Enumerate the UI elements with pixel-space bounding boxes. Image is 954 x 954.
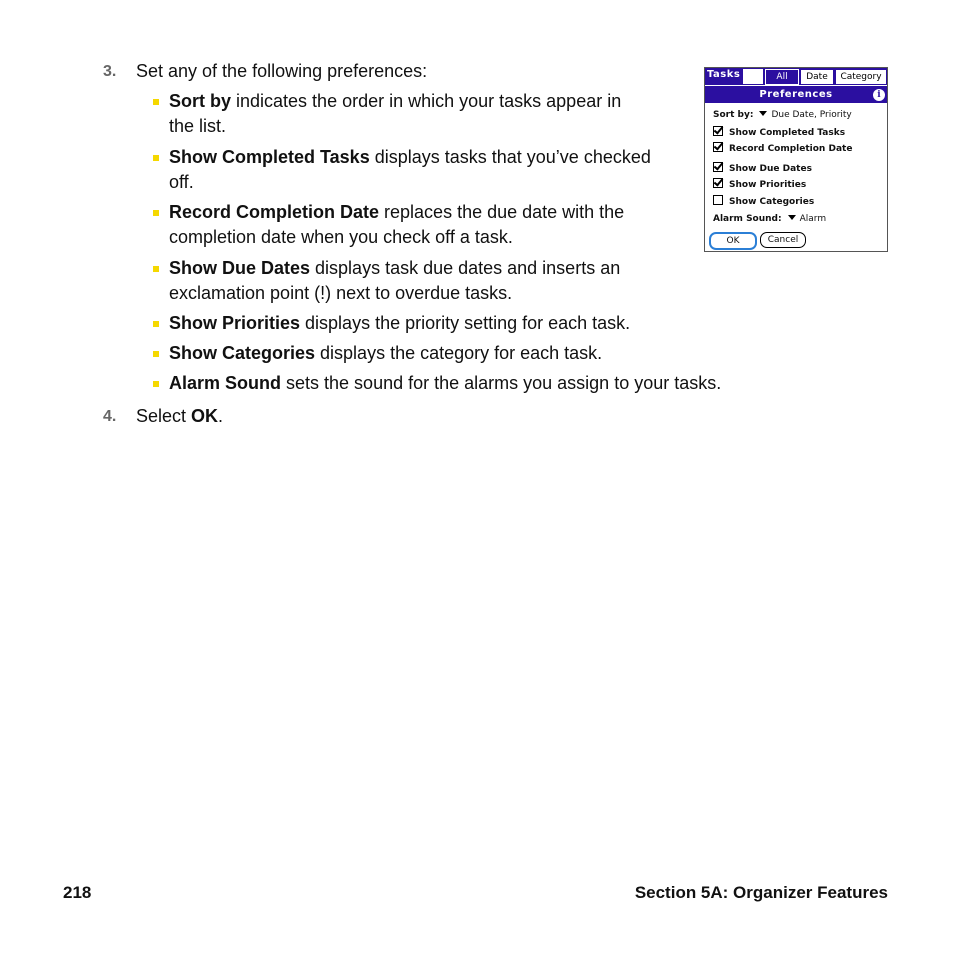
- title-blank: [743, 69, 763, 84]
- app-title: Tasks: [707, 69, 741, 80]
- checkbox-row[interactable]: Show Priorities: [713, 178, 806, 191]
- bullet-marker: [153, 321, 159, 327]
- step-text: Set any of the following preferences:: [136, 61, 428, 81]
- bullet-marker: [153, 99, 159, 105]
- page-number: 218: [63, 883, 92, 902]
- bullet-term: Alarm Sound: [169, 373, 282, 393]
- tab-all[interactable]: All: [765, 69, 799, 85]
- bullet-term: Show Priorities: [169, 313, 301, 333]
- tasks-preferences-screenshot: Tasks All Date Category Preferences i So…: [704, 67, 888, 252]
- dialog-title: Preferences: [705, 86, 887, 103]
- section-title: Section 5A: Organizer Features: [634, 883, 888, 902]
- cancel-button[interactable]: Cancel: [760, 232, 806, 248]
- sort-by-row: Sort by: Due Date, Priority: [713, 109, 852, 121]
- bullet-marker: [153, 210, 159, 216]
- sort-by-select[interactable]: Due Date, Priority: [771, 110, 851, 120]
- step-number: 3.: [103, 63, 117, 80]
- checkbox-checked[interactable]: [713, 142, 723, 152]
- ok-button[interactable]: OK: [709, 232, 757, 250]
- checkbox-row[interactable]: Show Due Dates: [713, 162, 812, 175]
- bullet-marker: [153, 351, 159, 357]
- step-number: 4.: [103, 408, 117, 425]
- tab-category[interactable]: Category: [835, 69, 887, 85]
- alarm-sound-select[interactable]: Alarm: [800, 214, 826, 224]
- bullet-marker: [153, 381, 159, 387]
- checkbox-row[interactable]: Show Categories: [713, 195, 814, 208]
- checkbox-checked[interactable]: [713, 126, 723, 136]
- checkbox-checked[interactable]: [713, 178, 723, 188]
- dropdown-arrow-icon[interactable]: [759, 111, 768, 116]
- bullet-term: Show Categories: [169, 343, 316, 363]
- step-text: Select OK.: [136, 406, 224, 426]
- dropdown-arrow-icon[interactable]: [787, 215, 796, 220]
- bullet-marker: [153, 266, 159, 272]
- checkbox-row[interactable]: Show Completed Tasks: [713, 126, 845, 139]
- bullet-marker: [153, 155, 159, 161]
- checkbox-row[interactable]: Record Completion Date: [713, 142, 852, 155]
- alarm-sound-label: Alarm Sound:: [713, 214, 782, 224]
- checkbox-unchecked[interactable]: [713, 195, 723, 205]
- bullet-term: Show Completed Tasks: [169, 147, 370, 167]
- info-icon[interactable]: i: [873, 89, 885, 101]
- bullet-term: Sort by: [169, 91, 232, 111]
- sort-by-label: Sort by:: [713, 110, 754, 120]
- tab-date[interactable]: Date: [800, 69, 834, 85]
- bullet-term: Record Completion Date: [169, 202, 380, 222]
- title-bar: Tasks All Date Category: [705, 68, 887, 85]
- bullet-term: Show Due Dates: [169, 258, 311, 278]
- alarm-sound-row: Alarm Sound: Alarm: [713, 213, 826, 225]
- checkbox-checked[interactable]: [713, 162, 723, 172]
